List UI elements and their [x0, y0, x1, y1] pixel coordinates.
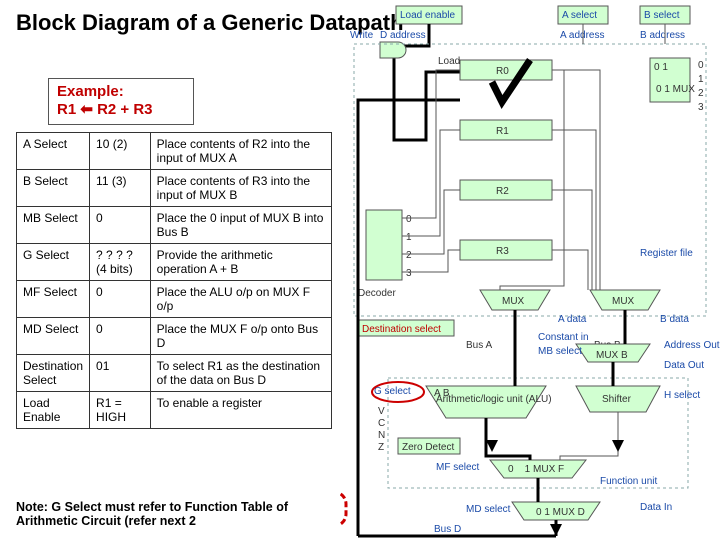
svg-text:0 1: 0 1: [654, 62, 668, 73]
mux-b: MUX B: [596, 350, 628, 361]
svg-text:1: 1: [406, 232, 412, 243]
svg-text:1: 1: [698, 74, 704, 85]
svg-text:3: 3: [698, 102, 704, 113]
svg-text:2: 2: [406, 250, 412, 261]
write-label: Write: [350, 30, 374, 41]
register-file-label: Register file: [640, 248, 693, 259]
address-out-label: Address Out: [664, 340, 720, 351]
register-r2: R2: [496, 186, 509, 197]
svg-text:Z: Z: [378, 442, 384, 453]
md-select-label: MD select: [466, 504, 511, 515]
bus-a-label: Bus A: [466, 340, 492, 351]
decoder-label: Decoder: [358, 288, 396, 299]
function-unit-label: Function unit: [600, 476, 657, 487]
datapath-diagram: Load enable A select B select Write D ad…: [340, 0, 720, 540]
mux-top-right: 0 1 MUX: [656, 84, 695, 95]
destination-select-label: Destination select: [362, 324, 441, 335]
bus-d-label: Bus D: [434, 524, 461, 535]
table-row: Destination Select01To select R1 as the …: [17, 355, 332, 392]
mux-f: 0 1 MUX F: [508, 464, 564, 475]
a-address-label: A address: [560, 30, 604, 41]
mb-select-label: MB select: [538, 346, 582, 357]
example-label: Example:: [57, 83, 185, 100]
table-row: MB Select0Place the 0 input of MUX B int…: [17, 207, 332, 244]
table-row: A Select10 (2)Place contents of R2 into …: [17, 133, 332, 170]
svg-text:0: 0: [406, 214, 412, 225]
example-box: Example: R1 ⬅ R2 + R3: [48, 78, 194, 125]
svg-text:V: V: [378, 406, 385, 417]
a-select-label: A select: [562, 10, 597, 21]
table-row: MF Select0Place the ALU o/p on MUX F o/p: [17, 281, 332, 318]
zero-detect-label: Zero Detect: [402, 442, 454, 453]
mf-select-label: MF select: [436, 462, 480, 473]
example-equation: R1 ⬅ R2 + R3: [57, 100, 185, 118]
register-r0: R0: [496, 66, 509, 77]
b-select-label: B select: [644, 10, 680, 21]
b-address-label: B address: [640, 30, 685, 41]
shifter-label: Shifter: [602, 394, 632, 405]
svg-text:0: 0: [698, 60, 704, 71]
svg-text:2: 2: [698, 88, 704, 99]
data-out-label: Data Out: [664, 360, 704, 371]
load-label: Load: [438, 56, 460, 67]
data-in-label: Data In: [640, 502, 672, 513]
mux-d: 0 1 MUX D: [536, 507, 585, 518]
h-select-label: H select: [664, 390, 700, 401]
table-row: G Select? ? ? ? (4 bits)Provide the arit…: [17, 244, 332, 281]
g-select-label: G select: [374, 386, 411, 397]
d-address-label: D address: [380, 30, 426, 41]
control-table: A Select10 (2)Place contents of R2 into …: [16, 132, 332, 429]
svg-text:A B: A B: [434, 388, 450, 399]
footnote: Note: G Select must refer to Function Ta…: [16, 500, 346, 529]
a-data-label: A data: [558, 314, 587, 325]
svg-text:3: 3: [406, 268, 412, 279]
alu-label: Arithmetic/logic unit (ALU): [436, 394, 552, 405]
table-row: MD Select0Place the MUX F o/p onto Bus D: [17, 318, 332, 355]
register-r3: R3: [496, 246, 509, 257]
table-row: Load EnableR1 = HIGHTo enable a register: [17, 392, 332, 429]
svg-text:C: C: [378, 418, 385, 429]
table-row: B Select11 (3)Place contents of R3 into …: [17, 170, 332, 207]
b-data-label: B data: [660, 314, 689, 325]
mux-a: MUX: [502, 296, 525, 307]
register-r1: R1: [496, 126, 509, 137]
mux-b-top: MUX: [612, 296, 635, 307]
svg-text:N: N: [378, 430, 385, 441]
constant-in-label: Constant in: [538, 332, 589, 343]
load-enable-label: Load enable: [400, 10, 455, 21]
